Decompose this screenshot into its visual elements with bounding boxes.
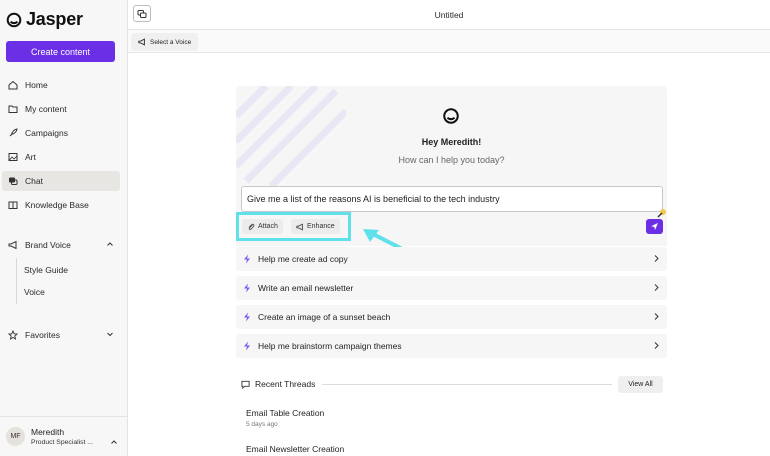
- user-menu[interactable]: MF Meredith Product Specialist ...: [0, 416, 128, 456]
- jasper-logo-icon: [6, 12, 22, 27]
- thread-time: 5 days ago: [246, 421, 278, 428]
- jasper-avatar-icon: [442, 107, 460, 130]
- chevron-up-icon: [106, 240, 114, 250]
- thread-item[interactable]: Email Newsletter Creation: [246, 444, 344, 454]
- sidebar-item-art[interactable]: Art: [2, 147, 120, 167]
- jasper-logo[interactable]: Jasper: [6, 9, 83, 30]
- chevron-right-icon: [652, 341, 660, 352]
- top-bar: Untitled: [128, 0, 770, 30]
- user-role: Product Specialist ...: [31, 439, 93, 446]
- sidebar-item-campaigns[interactable]: Campaigns: [2, 123, 120, 143]
- sidebar-item-home[interactable]: Home: [2, 75, 120, 95]
- sidebar-item-brand-voice[interactable]: Brand Voice: [2, 235, 120, 255]
- sidebar-subitem-voice[interactable]: Voice: [24, 287, 45, 297]
- megaphone-icon: [138, 38, 145, 46]
- voice-bar: Select a Voice: [128, 30, 770, 53]
- recent-threads-label: Recent Threads: [255, 379, 316, 389]
- select-voice-button[interactable]: Select a Voice: [131, 33, 199, 51]
- submenu-divider: [16, 258, 17, 304]
- suggestion-item[interactable]: Write an email newsletter: [236, 276, 667, 300]
- image-icon: [8, 152, 18, 162]
- sidebar-item-label: My content: [25, 104, 67, 114]
- sidebar-item-knowledge-base[interactable]: Knowledge Base: [2, 195, 120, 215]
- suggestion-item[interactable]: Create an image of a sunset beach: [236, 305, 667, 329]
- suggestion-label: Write an email newsletter: [258, 283, 354, 293]
- suggestion-label: Create an image of a sunset beach: [258, 312, 391, 322]
- lightning-icon: [244, 312, 250, 322]
- chat-icon: [8, 176, 18, 186]
- decorative-stripes: [236, 86, 346, 186]
- home-icon: [8, 80, 18, 90]
- sidebar-item-my-content[interactable]: My content: [2, 99, 120, 119]
- sidebar: Jasper Create content Home My content Ca…: [0, 0, 128, 456]
- user-name: Meredith: [31, 427, 65, 437]
- lightning-icon: [244, 341, 250, 351]
- chevron-down-icon: [106, 330, 114, 340]
- suggestion-item[interactable]: Help me create ad copy: [236, 247, 667, 271]
- chat-bubble-icon: [241, 380, 250, 389]
- document-title[interactable]: Untitled: [128, 10, 770, 20]
- divider: [322, 384, 612, 385]
- select-voice-label: Select a Voice: [150, 38, 192, 46]
- sidebar-item-chat[interactable]: Chat: [2, 171, 120, 191]
- sidebar-item-favorites[interactable]: Favorites: [2, 325, 120, 345]
- chevron-right-icon: [652, 283, 660, 294]
- mouse-cursor-icon: [656, 206, 668, 224]
- greeting-subtitle: How can I help you today?: [398, 155, 505, 165]
- greeting: Hey Meredith!: [421, 137, 482, 147]
- sidebar-item-label: Knowledge Base: [25, 200, 89, 210]
- chevron-up-icon: [110, 433, 118, 451]
- avatar: MF: [6, 427, 25, 446]
- chevron-right-icon: [652, 254, 660, 265]
- create-content-button[interactable]: Create content: [6, 41, 115, 62]
- sidebar-item-label: Chat: [25, 176, 43, 186]
- suggestion-label: Help me create ad copy: [258, 254, 348, 264]
- suggestion-item[interactable]: Help me brainstorm campaign themes: [236, 334, 667, 358]
- lightning-icon: [244, 283, 250, 293]
- annotation-highlight-box: [236, 212, 351, 241]
- brand-name: Jasper: [26, 9, 83, 29]
- lightning-icon: [244, 254, 250, 264]
- user-info: Meredith Product Specialist ...: [31, 427, 93, 446]
- sidebar-item-label: Art: [25, 152, 36, 162]
- book-icon: [8, 200, 18, 210]
- recent-threads-heading: Recent Threads: [241, 379, 315, 389]
- chevron-right-icon: [652, 312, 660, 323]
- rocket-icon: [8, 128, 18, 138]
- view-all-button[interactable]: View All: [618, 376, 663, 393]
- folder-icon: [8, 104, 18, 114]
- sidebar-item-label: Brand Voice: [25, 240, 71, 250]
- chat-hero: [236, 86, 667, 186]
- star-icon: [8, 330, 18, 340]
- prompt-input[interactable]: Give me a list of the reasons AI is bene…: [241, 186, 663, 212]
- sidebar-item-label: Favorites: [25, 330, 60, 340]
- sidebar-subitem-style-guide[interactable]: Style Guide: [24, 265, 68, 275]
- megaphone-icon: [8, 240, 18, 250]
- sidebar-item-label: Campaigns: [25, 128, 68, 138]
- suggestion-label: Help me brainstorm campaign themes: [258, 341, 402, 351]
- sidebar-item-label: Home: [25, 80, 48, 90]
- thread-item[interactable]: Email Table Creation: [246, 408, 324, 418]
